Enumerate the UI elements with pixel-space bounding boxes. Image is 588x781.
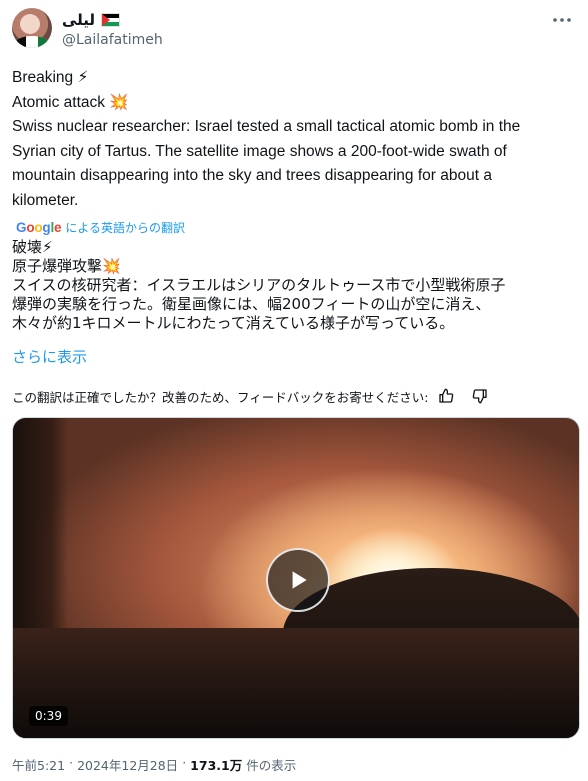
translated-line: 木々が約1キロメートルにわたって消えている様子が写っている。 — [12, 314, 455, 332]
author-display-name[interactable]: ليلى — [62, 11, 95, 29]
video-player[interactable]: 0:39 — [12, 417, 580, 739]
video-duration: 0:39 — [29, 706, 68, 726]
post-line: kilometer. — [12, 191, 79, 209]
post-meta: 午前5:21 · 2024年12月28日 · 173.1万 件の表示 — [12, 755, 296, 774]
post-date[interactable]: 2024年12月28日 — [77, 755, 178, 774]
views-count: 173.1万 — [190, 758, 243, 773]
post-line: Swiss nuclear researcher: Israel tested … — [12, 118, 521, 135]
views-label: 件の表示 — [246, 758, 297, 773]
translation-feedback: この翻訳は正確でしたか？改善のため、フィードバックをお寄せください: — [12, 387, 488, 405]
post-line: Breaking ⚡ — [12, 69, 89, 86]
post-line: mountain disappearing into the sky and t… — [12, 167, 492, 184]
translated-line: 爆弾の実験を行った。衛星画像には、幅200フィートの山が空に消え、 — [12, 295, 491, 313]
ground-silhouette — [13, 628, 579, 738]
meta-separator: · — [69, 755, 74, 770]
author-name-row[interactable]: ليلى — [62, 10, 121, 30]
google-logo: Google — [16, 219, 62, 235]
post-line: Atomic attack 💥 — [12, 93, 129, 111]
thumbs-up-icon[interactable] — [438, 388, 454, 404]
translation-label[interactable]: による英語からの翻訳 — [65, 219, 185, 236]
more-options-icon[interactable] — [550, 8, 574, 32]
author-handle[interactable]: @Lailafatimeh — [62, 32, 163, 48]
post-time[interactable]: 午前5:21 — [12, 755, 65, 774]
play-icon — [292, 571, 307, 589]
thumbs-down-icon[interactable] — [472, 388, 488, 404]
translation-attribution[interactable]: Google による英語からの翻訳 — [16, 218, 185, 236]
translated-text: 破壊⚡ 原子爆弾攻撃💥 スイスの核研究者：イスラエルはシリアのタルトゥース市で小… — [12, 238, 578, 333]
feedback-question: この翻訳は正確でしたか？改善のため、フィードバックをお寄せください: — [12, 389, 429, 405]
translated-line: 破壊⚡ — [12, 238, 53, 256]
translated-line: 原子爆弾攻撃💥 — [12, 257, 121, 275]
palestine-flag-icon — [101, 13, 121, 27]
post-line: Syrian city of Tartus. The satellite ima… — [12, 142, 507, 160]
play-button[interactable] — [266, 548, 330, 612]
meta-separator: · — [182, 755, 187, 770]
avatar[interactable] — [12, 8, 52, 48]
translated-line: スイスの核研究者：イスラエルはシリアのタルトゥース市で小型戦術原子 — [12, 276, 506, 294]
post-text: Breaking ⚡ Atomic attack 💥 Swiss nuclear… — [12, 66, 572, 213]
show-more-link[interactable]: さらに表示 — [12, 346, 87, 367]
